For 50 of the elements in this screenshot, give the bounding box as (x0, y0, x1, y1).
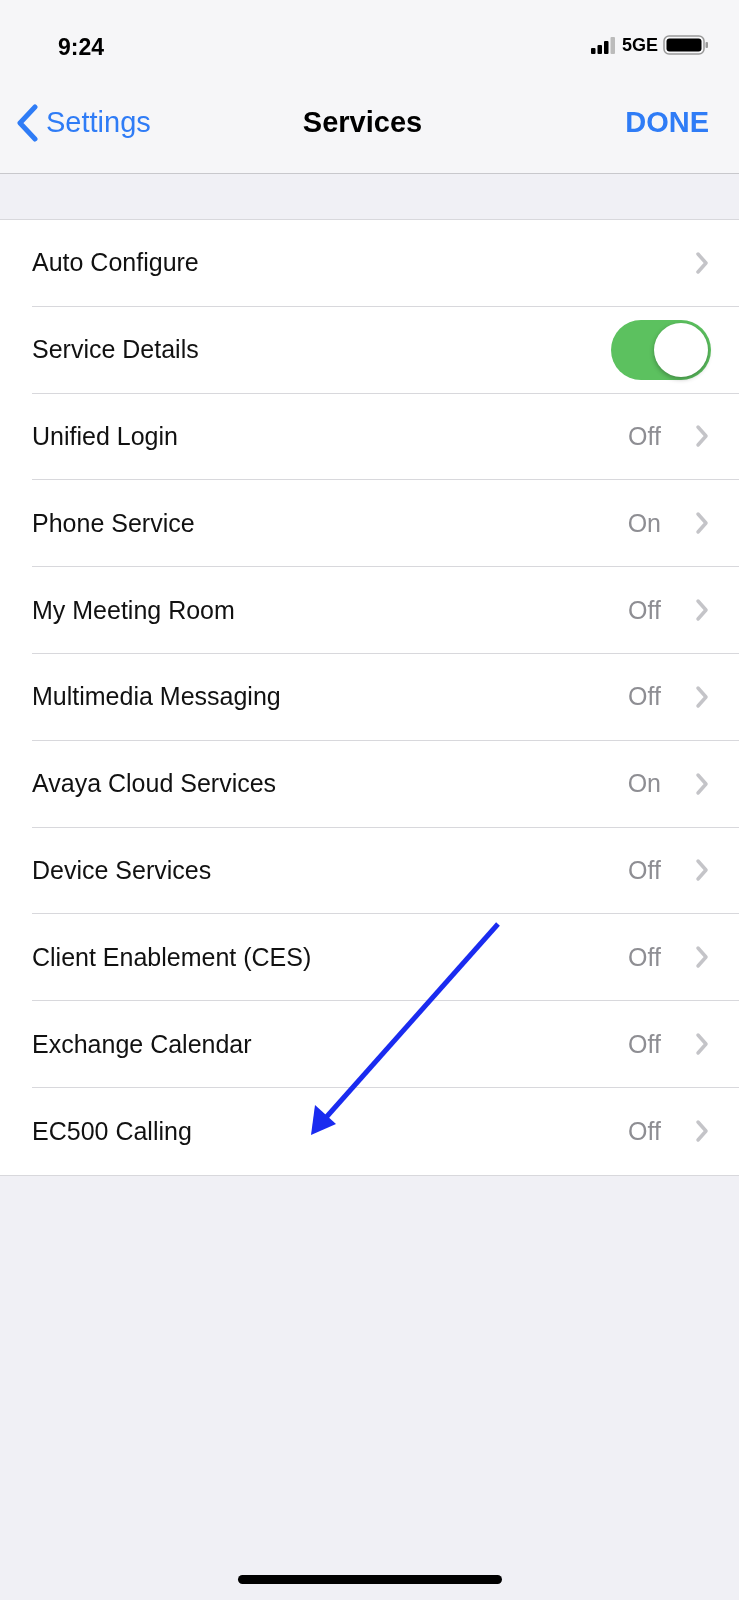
nav-title: Services (302, 106, 423, 139)
list-row[interactable]: Device Services Off (32, 827, 739, 915)
row-value: On (627, 769, 661, 799)
battery-icon (663, 35, 709, 55)
row-value: Off (628, 855, 661, 885)
list-row[interactable]: Avaya Cloud Services On (32, 740, 739, 828)
signal-icon (590, 36, 617, 54)
row-label: My Meeting Room (32, 595, 236, 625)
list-row[interactable]: Client Enablement (CES) Off (32, 914, 739, 1002)
row-value: Off (628, 422, 661, 451)
row-label: EC500 Calling (32, 1116, 193, 1146)
row-label: Phone Service (32, 508, 196, 538)
row-label: Exchange Calendar (32, 1029, 253, 1059)
row-value: Off (628, 1116, 661, 1146)
row-value: Off (628, 1029, 661, 1059)
back-button[interactable]: Settings (16, 103, 151, 142)
list-row[interactable]: Auto Configure (32, 220, 739, 307)
chevron-icon (695, 598, 709, 623)
row-label: Multimedia Messaging (32, 682, 282, 712)
row-value: Off (628, 682, 661, 712)
list-row[interactable]: Phone Service On (32, 480, 739, 568)
row-value: On (627, 508, 661, 538)
chevron-icon (695, 771, 709, 796)
row-value: Off (628, 595, 661, 625)
back-chevron-icon (16, 103, 38, 142)
chevron-icon (695, 250, 709, 275)
list-row[interactable]: My Meeting Room Off (32, 567, 739, 654)
row-label: Client Enablement (CES) (32, 942, 313, 972)
row-label: Auto Configure (32, 248, 200, 278)
list-row[interactable]: Exchange Calendar Off (32, 1001, 739, 1088)
list-row[interactable]: EC500 Calling Off (32, 1087, 739, 1175)
toggle-switch[interactable] (611, 319, 711, 380)
chevron-icon (695, 858, 709, 883)
status-time: 9:24 (58, 33, 105, 61)
chevron-icon (695, 684, 709, 709)
row-value: Off (628, 942, 661, 972)
chevron-icon (695, 1032, 709, 1057)
row-label: Unified Login (32, 422, 179, 451)
list-row[interactable]: Multimedia Messaging Off (32, 654, 739, 741)
chevron-icon (695, 1119, 709, 1144)
chevron-icon (695, 945, 709, 970)
network-label: 5GE (621, 34, 658, 56)
list-row[interactable]: Unified Login Off (32, 393, 739, 481)
done-button[interactable]: DONE (625, 106, 709, 139)
chevron-icon (695, 511, 709, 536)
row-label: Device Services (32, 855, 213, 885)
row-label: Avaya Cloud Services (32, 769, 278, 799)
list-row[interactable]: Service Details (32, 306, 739, 394)
row-label: Service Details (32, 335, 200, 365)
chevron-icon (695, 424, 709, 449)
